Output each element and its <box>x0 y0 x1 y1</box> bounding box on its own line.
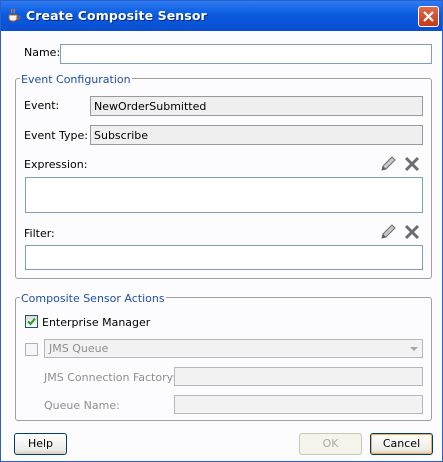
title-bar[interactable]: Create Composite Sensor <box>1 1 442 31</box>
close-button[interactable] <box>418 6 439 27</box>
jms-queue-select[interactable]: JMS Queue <box>44 339 423 358</box>
filter-label: Filter: <box>24 227 55 240</box>
ok-button[interactable]: OK <box>299 433 362 455</box>
pencil-icon[interactable] <box>379 223 397 241</box>
queue-name-label: Queue Name: <box>44 399 120 412</box>
coffee-cup-icon <box>6 7 22 23</box>
queue-name-input[interactable] <box>174 395 423 414</box>
close-icon <box>423 11 434 22</box>
chevron-down-icon <box>410 347 418 351</box>
event-field: NewOrderSubmitted <box>90 96 423 116</box>
enterprise-manager-checkbox[interactable] <box>25 315 38 328</box>
event-type-label: Event Type: <box>24 129 88 142</box>
enterprise-manager-label: Enterprise Manager <box>42 316 151 329</box>
jms-queue-checkbox[interactable] <box>25 343 38 356</box>
cancel-button[interactable]: Cancel <box>370 433 433 455</box>
name-label: Name: <box>24 46 61 59</box>
help-button[interactable]: Help <box>14 433 67 455</box>
filter-input[interactable] <box>25 245 423 270</box>
name-input[interactable] <box>60 44 432 64</box>
jms-connection-factory-input[interactable] <box>174 367 423 386</box>
delete-x-icon[interactable] <box>403 155 421 173</box>
delete-x-icon[interactable] <box>403 223 421 241</box>
create-composite-sensor-dialog: Create Composite Sensor Name: Event Conf… <box>0 0 443 462</box>
expression-input[interactable] <box>25 177 423 213</box>
event-type-field: Subscribe <box>90 125 423 145</box>
expression-label: Expression: <box>24 158 88 171</box>
pencil-icon[interactable] <box>379 155 397 173</box>
checkmark-icon <box>27 317 36 326</box>
event-configuration-legend: Event Configuration <box>20 73 132 86</box>
jms-connection-factory-label: JMS Connection Factory: <box>44 371 177 384</box>
window-title: Create Composite Sensor <box>26 8 207 23</box>
composite-sensor-actions-legend: Composite Sensor Actions <box>20 292 166 305</box>
event-label: Event: <box>24 99 60 112</box>
